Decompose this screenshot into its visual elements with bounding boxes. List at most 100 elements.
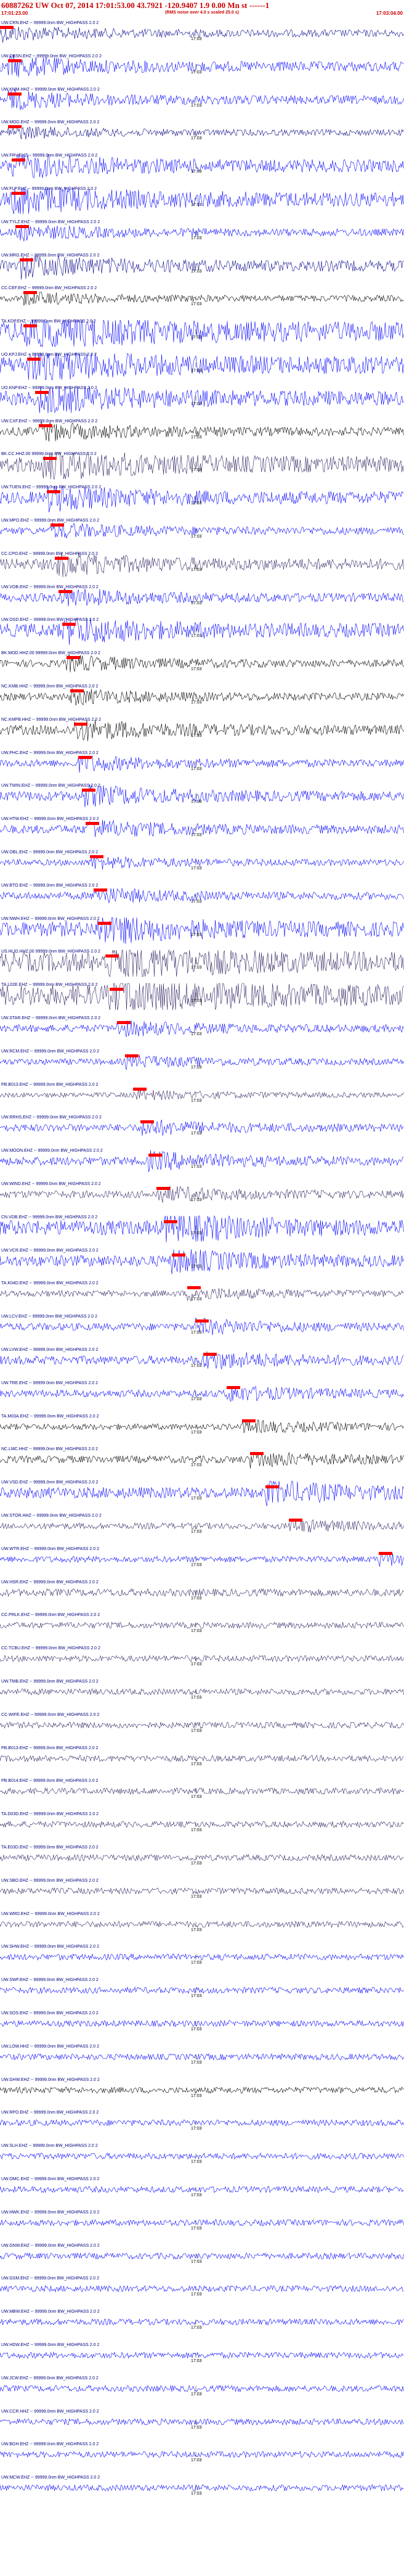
waveform-line: [0, 2053, 404, 2061]
time-label: 17:03: [191, 1430, 202, 1435]
time-label: 17:03: [191, 733, 202, 738]
trace-row: UW.PHC.EHZ -- 99999.0nm BW_HIGHPASS 2.0 …: [0, 751, 404, 774]
phase-pick: [86, 822, 100, 826]
phase-pick: [7, 59, 22, 62]
trace-row: UW.BTO.EHZ -- 99999.0nm BW_HIGHPASS 2.0 …: [0, 884, 404, 907]
phase-pick: [47, 490, 61, 494]
trace-row: UW.VSD.EHZ -- 99999.0nm BW_HIGHPASS 2.0 …: [0, 1480, 404, 1506]
time-label: 17:03: [191, 37, 202, 41]
phase-pick: [148, 1154, 162, 1157]
station-label: CC.PRLK.EHZ -- 99999.0nm BW_HIGHPASS 2.0…: [1, 1613, 100, 1618]
time-label: 17:03: [191, 170, 202, 174]
time-label: 17:03: [191, 335, 202, 340]
phase-pick: [109, 988, 123, 991]
time-label: 17:03: [191, 136, 202, 141]
trace-row: UW.MCW.EHZ -- 99999.0nm BW_HIGHPASS 2.0 …: [0, 2476, 404, 2499]
station-label: UW.TUEN.EHZ -- 99999.0nm BW_HIGHPASS 2.0…: [1, 485, 102, 490]
trace-row: UW.CXF.EHZ -- 99999.0nm BW_HIGHPASS 2.0 …: [0, 419, 404, 443]
station-label: UW.SLH.EHZ -- 99999.0nm BW_HIGHPASS 2.0 …: [1, 2144, 98, 2149]
station-label: UW.MCW.EHZ -- 99999.0nm BW_HIGHPASS 2.0 …: [1, 2476, 100, 2480]
station-label: UW.OSD.EHZ -- 99999.0nm BW_HIGHPASS 2.0 …: [1, 618, 99, 623]
station-label: UW.SHW.EHZ -- 99999.0nm BW_HIGHPASS 2.0 …: [1, 1945, 99, 1950]
trace-row: UW.SBO.EHZ -- 99999.0nm BW_HIGHPASS 2.0 …: [0, 1879, 404, 1902]
waveform-line: [0, 255, 404, 280]
waveform-line: [0, 2152, 404, 2160]
trace-row: TA.KDP.EHZ -- 99999.0nm BW_HIGHPASS 2.0 …: [0, 319, 404, 348]
station-label: UW.TYLZ.EHZ -- 99999.0nm BW_HIGHPASS 2.0…: [1, 219, 100, 224]
station-label: PB.B013.EHZ -- 99999.0nm BW_HIGHPASS 2.0…: [1, 1082, 99, 1087]
waveform-line: [0, 2020, 404, 2027]
time-label: 17:03: [191, 1828, 202, 1833]
phase-pick: [265, 1485, 280, 1489]
time-label: 17:03: [191, 700, 202, 705]
phase-pick: [35, 390, 49, 394]
time-label: 17:03: [191, 203, 202, 207]
waveform-line: [0, 1787, 404, 1795]
time-label: 17:03: [191, 601, 202, 605]
trace-row: UW.TMB.EHZ -- 99999.0nm BW_HIGHPASS 2.0 …: [0, 1680, 404, 1703]
trace-row: UW.GSM.EHZ -- 99999.0nm BW_HIGHPASS 2.0 …: [0, 2276, 404, 2300]
trace-row: TA.K04D.EHZ -- 99999.0nm BW_HIGHPASS 2.0…: [0, 1281, 404, 1305]
trace-row: CC.TCBU.EHZ -- 99999.0nm BW_HIGHPASS 2.0…: [0, 1646, 404, 1670]
phase-pick: [50, 523, 65, 527]
waveform-line: [0, 1622, 404, 1630]
station-label: UW.TMB.EHZ -- 99999.0nm BW_HIGHPASS 2.0 …: [1, 1680, 99, 1684]
station-label: UW.PHC.EHZ -- 99999.0nm BW_HIGHPASS 2.0 …: [1, 750, 99, 755]
trace-row: CC.CEF.EHZ -- 99999.0nm BW_HIGHPASS 2.0 …: [0, 286, 404, 310]
trace-row: UW.HDW.EHZ -- 99999.0nm BW_HIGHPASS 2.0 …: [0, 2343, 404, 2366]
time-label: 17:03: [191, 2060, 202, 2065]
station-label: TA.M03A.EHZ -- 99999.0nm BW_HIGHPASS 2.0…: [1, 1414, 99, 1419]
trace-row: UO.KPJ.EHZ -- 99999.0nm BW_HIGHPASS 2.0 …: [0, 353, 404, 380]
station-label: UW.NWH.EHZ -- 99999.0nm BW_HIGHPASS 2.0 …: [1, 916, 100, 921]
time-label: 17:03: [191, 2193, 202, 2197]
station-label: UW.RPO.EHZ -- 99999.0nm BW_HIGHPASS 2.0 …: [1, 2110, 99, 2115]
station-label: UW.OMC.EHZ -- 99999.0nm BW_HIGHPASS 2.0 …: [1, 2177, 100, 2181]
waveform-line: [0, 2351, 404, 2359]
phase-pick: [39, 424, 53, 427]
phase-pick: [7, 92, 22, 96]
phase-pick: [378, 1551, 392, 1555]
phase-pick: [12, 158, 26, 162]
time-label: 17:03: [191, 1065, 202, 1070]
trace-row: UW.CCR.HHZ -- 99999.0nm BW_HIGHPASS 2.0 …: [0, 2410, 404, 2433]
trace-row: UW.OMC.EHZ -- 99999.0nm BW_HIGHPASS 2.0 …: [0, 2177, 404, 2201]
station-label: UW.JCW.EHZ -- 99999.0nm BW_HIGHPASS 2.0 …: [1, 2376, 99, 2381]
station-label: UW.HTW.EHZ -- 99999.0nm BW_HIGHPASS 2.0 …: [1, 817, 99, 822]
time-label: 17:03: [191, 1530, 202, 1534]
trace-row: TA.M03A.EHZ -- 99999.0nm BW_HIGHPASS 2.0…: [0, 1414, 404, 1438]
trace-row: UO.KNP.EHZ -- 99999.0nm BW_HIGHPASS 2.0 …: [0, 386, 404, 413]
waveform-line: [0, 1920, 404, 1928]
time-label: 17:03: [191, 70, 202, 75]
phase-pick: [171, 1253, 185, 1257]
time-label: 17:03: [191, 236, 202, 240]
trace-row: UW.RPO.EHZ -- 99999.0nm BW_HIGHPASS 2.0 …: [0, 2110, 404, 2134]
station-label: CC.CEF.EHZ -- 99999.0nm BW_HIGHPASS 2.0 …: [1, 286, 97, 291]
time-label: 17:03: [191, 634, 202, 639]
station-label: PB.B013.EHZ -- 99999.0nm BW_HIGHPASS 2.0…: [1, 1745, 99, 1750]
time-label: 17:03: [191, 1331, 202, 1335]
trace-row: UW.FLP.EHZ -- 99999.0nm BW_HIGHPASS 2.0 …: [0, 187, 404, 215]
station-label: UW.GHW.EHZ -- 99999.0nm BW_HIGHPASS 2.0 …: [1, 2077, 100, 2082]
phase-pick: [7, 125, 22, 129]
trace-row: UW.HSR.EHZ -- 99999.0nm BW_HIGHPASS 2.0 …: [0, 1580, 404, 1604]
time-label: 17:03: [191, 1297, 202, 1302]
phase-pick: [0, 26, 14, 29]
time-label: 17:03: [191, 1165, 202, 1170]
station-label: PB.B014.EHZ -- 99999.0nm BW_HIGHPASS 2.0…: [1, 1779, 99, 1784]
station-label: UW.MBW.EHZ -- 99999.0nm BW_HIGHPASS 2.0 …: [1, 2310, 100, 2315]
phase-pick: [42, 457, 57, 461]
station-label: UW.SBO.EHZ -- 99999.0nm BW_HIGHPASS 2.0 …: [1, 1878, 99, 1883]
phase-pick: [62, 623, 76, 626]
phase-pick: [195, 1319, 209, 1323]
time-label: 17:03: [191, 1463, 202, 1468]
time-label: 17:03: [191, 1562, 202, 1567]
station-label: UW.SWF.EHZ -- 99999.0nm BW_HIGHPASS 2.0 …: [1, 1978, 99, 1983]
station-label: TA.KDP.EHZ -- 99999.0nm BW_HIGHPASS 2.0 …: [1, 319, 96, 324]
trace-row: UW.OSD.EHZ -- 99999.0nm BW_HIGHPASS 2.0 …: [0, 618, 404, 646]
time-label: 17:03: [191, 2458, 202, 2463]
rms-note: (RMS noise over 4.0 s scaled 25.0 s): [165, 10, 239, 15]
phase-pick: [97, 921, 111, 925]
waveform-line: [0, 1688, 404, 1696]
time-label: 17:03: [191, 435, 202, 440]
trace-row: BK.MOD.HHZ.00 99999.0nm BW_HIGHPASS 2.0 …: [0, 651, 404, 675]
